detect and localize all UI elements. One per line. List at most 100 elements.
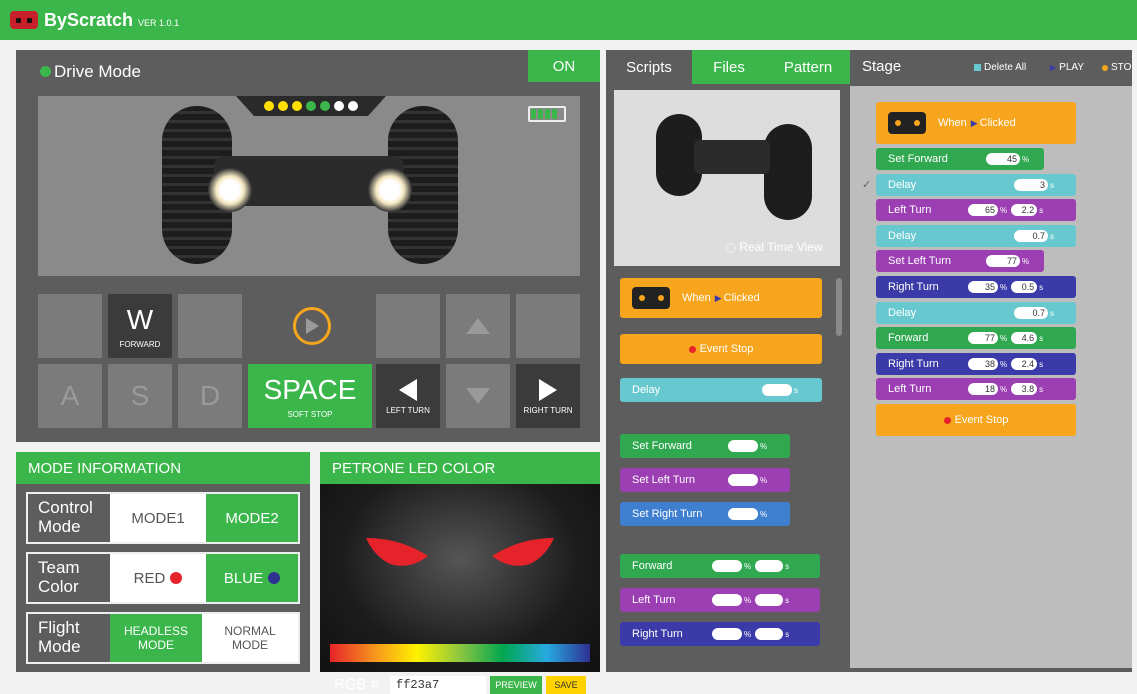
delay-block[interactable]: Delay s <box>620 378 822 402</box>
key-space-soft-stop[interactable]: SPACE SOFT STOP <box>248 364 372 428</box>
key-w-label: W <box>126 303 154 335</box>
set-left-turn-block[interactable]: Set Left Turn % <box>620 468 790 492</box>
stage-left-turn-block[interactable]: Left Turn 65% 2.2 s <box>876 199 1076 221</box>
forward-sec-field[interactable] <box>755 560 784 572</box>
when-clicked-block[interactable]: When ▶ Clicked <box>620 278 822 318</box>
stage-set-left-turn-block[interactable]: Set Left Turn 77% <box>876 250 1044 272</box>
on-toggle-button[interactable]: ON <box>528 50 600 82</box>
mode2-option[interactable]: MODE2 <box>206 494 298 542</box>
realtime-view-label: Real Time View <box>726 240 823 254</box>
left-turn-sec-value[interactable]: 2.2 <box>1011 204 1038 216</box>
right-turn-pct-field[interactable] <box>712 628 742 640</box>
set-forward-value[interactable]: 45 <box>986 153 1020 165</box>
play-button[interactable]: ▶ PLAY <box>1050 62 1084 73</box>
stage-forward-block[interactable]: Forward 77% 4.6 s <box>876 327 1076 349</box>
drive-mode-title: Drive Mode <box>54 62 141 81</box>
event-stop-label: Event Stop <box>699 343 754 355</box>
team-color-label: Team Color <box>38 558 80 596</box>
key-a[interactable]: A <box>38 364 102 428</box>
forward-pct-field[interactable] <box>712 560 742 572</box>
left-turn-pct-value[interactable]: 18 <box>968 383 998 395</box>
stage-delay-block-1[interactable]: Delay 3s <box>876 174 1076 196</box>
delay-value[interactable]: 0.7 <box>1014 230 1048 242</box>
stage-set-forward-block[interactable]: Set Forward 45% <box>876 148 1044 170</box>
led-color-panel: PETRONE LED COLOR RGB # ff23a7 PREVIEW S… <box>320 452 600 694</box>
key-blank-3 <box>376 294 440 358</box>
right-turn-sec-value[interactable]: 0.5 <box>1011 281 1038 293</box>
set-left-turn-field[interactable] <box>728 474 758 486</box>
left-turn-label: Left Turn <box>888 383 932 395</box>
forward-sec-value[interactable]: 4.6 <box>1011 332 1038 344</box>
drone-camera-view <box>38 96 580 276</box>
sec-unit: s <box>1039 205 1044 215</box>
mode1-option[interactable]: MODE1 <box>110 494 206 542</box>
left-turn-block[interactable]: Left Turn % s <box>620 588 820 612</box>
headless-mode-option[interactable]: HEADLESS MODE <box>110 614 202 662</box>
right-turn-pct-value[interactable]: 35 <box>968 281 998 293</box>
led-preview-canvas: RGB # ff23a7 PREVIEW SAVE <box>320 484 600 694</box>
left-turn-label: Left Turn <box>632 594 676 606</box>
right-turn-sec-field[interactable] <box>755 628 784 640</box>
set-right-turn-field[interactable] <box>728 508 758 520</box>
key-up-arrow[interactable] <box>446 294 510 358</box>
stage-area[interactable]: When ▶ Clicked Set Forward 45% ✓ Delay 3… <box>850 86 1132 668</box>
stage-left-turn-block-2[interactable]: Left Turn 18% 3.8 s <box>876 378 1076 400</box>
play-key[interactable] <box>248 294 376 358</box>
up-arrow-icon <box>466 318 490 334</box>
key-s-label: S <box>130 380 150 411</box>
clock-icon <box>726 242 736 253</box>
sec-unit: s <box>1050 180 1054 190</box>
realtime-view-text: Real Time View <box>739 240 823 254</box>
set-right-turn-block[interactable]: Set Right Turn % <box>620 502 790 526</box>
left-arrow-icon <box>399 378 417 401</box>
color-spectrum-slider[interactable] <box>330 644 590 662</box>
play-icon[interactable] <box>293 307 331 345</box>
delay-field[interactable] <box>762 384 792 396</box>
stage-delay-block-3[interactable]: Delay 0.7 s <box>876 302 1076 324</box>
key-w-forward[interactable]: W FORWARD <box>108 294 172 358</box>
set-left-turn-value[interactable]: 77 <box>986 255 1020 267</box>
left-turn-sec-value[interactable]: 3.8 <box>1011 383 1038 395</box>
tab-scripts[interactable]: Scripts <box>606 50 692 84</box>
left-turn-pct-field[interactable] <box>712 594 742 606</box>
right-turn-sec-value[interactable]: 2.4 <box>1011 358 1038 370</box>
stage-delay-block-2[interactable]: Delay 0.7 s <box>876 225 1076 247</box>
stage-right-turn-block-2[interactable]: Right Turn 38% 2.4 s <box>876 353 1076 375</box>
right-turn-block[interactable]: Right Turn % s <box>620 622 820 646</box>
stop-button[interactable]: STO <box>1102 62 1132 73</box>
set-forward-block[interactable]: Set Forward % <box>620 434 790 458</box>
checkmark-icon: ✓ <box>862 179 872 191</box>
delete-all-icon <box>974 64 981 71</box>
stage-when-clicked-block[interactable]: When ▶ Clicked <box>876 102 1076 144</box>
delay-value[interactable]: 3 <box>1014 179 1048 191</box>
tab-pattern[interactable]: Pattern <box>766 50 850 84</box>
tab-files[interactable]: Files <box>692 50 766 84</box>
normal-mode-option[interactable]: NORMAL MODE <box>202 614 298 662</box>
red-team-option[interactable]: RED <box>110 554 206 602</box>
key-d[interactable]: D <box>178 364 242 428</box>
blue-team-option[interactable]: BLUE <box>206 554 298 602</box>
right-turn-pct-value[interactable]: 38 <box>968 358 998 370</box>
forward-block[interactable]: Forward % s <box>620 554 820 578</box>
key-s[interactable]: S <box>108 364 172 428</box>
palette-scrollbar[interactable] <box>836 278 842 336</box>
key-down-arrow[interactable] <box>446 364 510 428</box>
stage-event-stop-block[interactable]: Event Stop <box>876 404 1076 436</box>
event-stop-block[interactable]: Event Stop <box>620 334 822 364</box>
flag-icon: ▶ <box>714 292 722 303</box>
when-label: When <box>938 117 967 129</box>
set-forward-label: Set Forward <box>632 440 692 452</box>
stop-dot-icon <box>1102 64 1108 71</box>
delay-value[interactable]: 0.7 <box>1014 307 1048 319</box>
left-turn-pct-value[interactable]: 65 <box>968 204 998 216</box>
stop-dot-icon <box>943 416 951 424</box>
key-left-turn[interactable]: LEFT TURN <box>376 364 440 428</box>
key-right-turn[interactable]: RIGHT TURN <box>516 364 580 428</box>
sec-unit: s <box>1039 359 1044 369</box>
stage-right-turn-block[interactable]: Right Turn 35% 0.5 s <box>876 276 1076 298</box>
key-blank-1 <box>38 294 102 358</box>
set-forward-field[interactable] <box>728 440 758 452</box>
forward-pct-value[interactable]: 77 <box>968 332 998 344</box>
left-turn-sec-field[interactable] <box>755 594 784 606</box>
delete-all-button[interactable]: Delete All <box>974 62 1026 73</box>
